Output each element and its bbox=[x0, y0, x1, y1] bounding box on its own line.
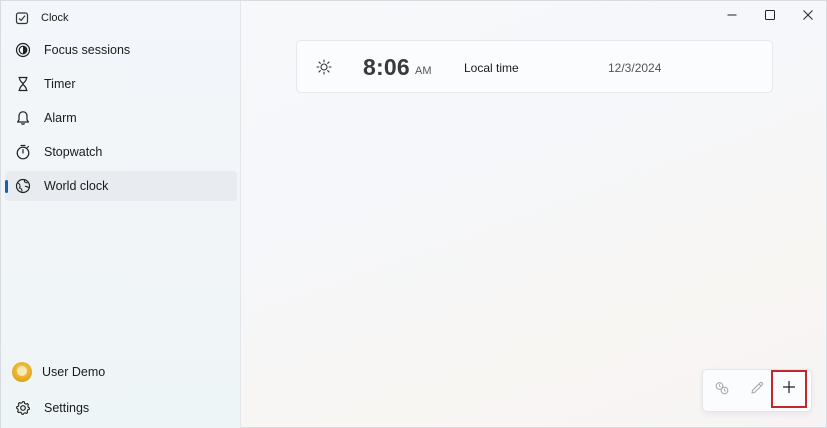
sidebar-item-settings[interactable]: Settings bbox=[5, 393, 237, 423]
maximize-icon bbox=[764, 7, 775, 25]
maximize-button[interactable] bbox=[750, 1, 789, 31]
sidebar-item-label: Focus sessions bbox=[44, 43, 131, 57]
clock-label: Local time bbox=[464, 61, 519, 75]
add-icon bbox=[782, 380, 796, 399]
clock-app-icon bbox=[15, 11, 29, 25]
sidebar-item-alarm[interactable]: Alarm bbox=[5, 103, 237, 133]
sidebar-item-stopwatch[interactable]: Stopwatch bbox=[5, 137, 237, 167]
sun-icon bbox=[316, 59, 332, 75]
globe-icon bbox=[15, 178, 31, 194]
clock-app-window: Clock Focus sessions Timer Alarm Stopwat bbox=[0, 0, 827, 428]
minimize-icon bbox=[727, 7, 737, 25]
sidebar-item-world-clock[interactable]: World clock bbox=[5, 171, 237, 201]
close-button[interactable] bbox=[788, 1, 827, 31]
clock-ampm: AM bbox=[415, 65, 432, 77]
focus-icon bbox=[15, 42, 31, 58]
sidebar-item-label: World clock bbox=[44, 179, 109, 193]
user-account[interactable]: User Demo bbox=[5, 357, 237, 387]
bell-icon bbox=[15, 110, 31, 126]
app-title-bar: Clock bbox=[15, 9, 69, 27]
sidebar-item-label: Alarm bbox=[44, 111, 77, 125]
edit-button[interactable] bbox=[740, 370, 774, 411]
add-city-button[interactable] bbox=[771, 370, 807, 408]
clock-date: 12/3/2024 bbox=[608, 61, 662, 75]
sidebar-item-label: Timer bbox=[44, 77, 76, 91]
sidebar-item-timer[interactable]: Timer bbox=[5, 69, 237, 99]
close-icon bbox=[802, 7, 813, 25]
local-time-card[interactable]: 8:06 AM Local time 12/3/2024 bbox=[296, 40, 773, 93]
user-avatar-wrap bbox=[12, 362, 32, 382]
clock-action-bar bbox=[702, 369, 812, 412]
user-name: User Demo bbox=[42, 365, 106, 379]
hourglass-icon bbox=[15, 76, 31, 92]
compare-clocks-button[interactable] bbox=[705, 370, 739, 411]
app-title: Clock bbox=[41, 12, 69, 24]
clock-time: 8:06 bbox=[363, 54, 410, 80]
edit-icon bbox=[749, 380, 765, 401]
sidebar-item-label: Stopwatch bbox=[44, 145, 103, 159]
sidebar: Clock Focus sessions Timer Alarm Stopwat bbox=[1, 1, 241, 428]
minimize-button[interactable] bbox=[712, 1, 751, 31]
compare-icon bbox=[714, 380, 730, 401]
sidebar-item-focus-sessions[interactable]: Focus sessions bbox=[5, 35, 237, 65]
gear-icon bbox=[15, 400, 31, 416]
sidebar-item-label: Settings bbox=[44, 401, 90, 415]
stopwatch-icon bbox=[15, 144, 31, 160]
avatar bbox=[12, 362, 32, 382]
